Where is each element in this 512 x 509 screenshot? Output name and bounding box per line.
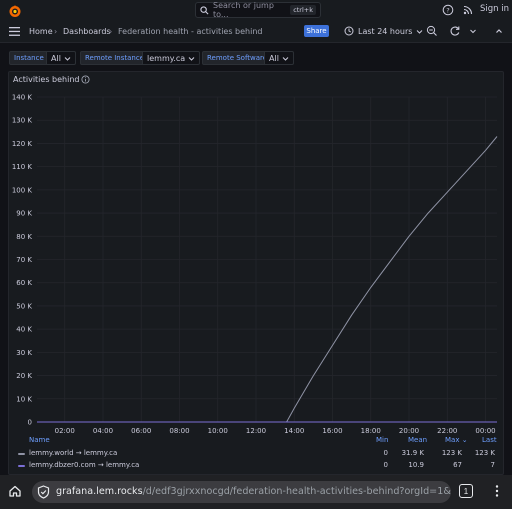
url-text: grafana.lem.rocks/d/edf3gjrxxnocgd/feder… [56,486,451,497]
variable-remote-instance-select[interactable]: lemmy.ca [142,51,201,65]
chevron-down-icon [417,29,423,34]
zoom-out-icon[interactable] [426,25,438,37]
legend-header-min[interactable]: Min [376,436,388,444]
refresh-icon[interactable] [449,25,461,37]
variable-remote-instance-label: Remote Instance [80,51,150,65]
menu-toggle-icon[interactable] [9,27,20,36]
legend-row[interactable]: lemmy.world → lemmy.ca 0 31.9 K 123 K 12… [0,448,512,460]
tab-switcher-button[interactable]: 1 [459,484,473,498]
legend-header-max-label: Max [445,436,460,444]
legend-row[interactable]: lemmy.dbzer0.com → lemmy.ca 0 10.9 67 7 [0,460,512,472]
legend-series-name: lemmy.world → lemmy.ca [29,449,118,457]
legend-mean-value: 10.9 [408,461,424,469]
legend-last-value: 123 K [474,449,495,457]
address-bar[interactable]: grafana.lem.rocks/d/edf3gjrxxnocgd/feder… [32,481,451,503]
chevron-down-icon [188,56,195,61]
home-icon[interactable] [8,484,22,498]
variable-remote-software-value: All [269,53,279,63]
info-icon[interactable] [81,75,90,84]
help-icon[interactable]: ? [442,4,454,16]
chevron-down-icon [282,56,289,61]
series-color-swatch [18,465,25,467]
search-icon [200,5,209,14]
variable-instance-value: All [51,53,61,63]
legend-min-value: 0 [383,449,388,457]
breadcrumb-home[interactable]: Home [29,27,53,36]
variable-remote-instance-value: lemmy.ca [147,53,186,63]
variable-remote-software-select[interactable]: All [264,51,294,65]
legend-header-max[interactable]: Max ⌄ [445,436,468,444]
legend-header-last[interactable]: Last [482,436,497,444]
legend-mean-value: 31.9 K [401,449,424,457]
breadcrumb-dashboards[interactable]: Dashboards [63,27,111,36]
panel-title[interactable]: Activities behind [13,75,79,84]
activities-behind-panel [8,71,504,475]
time-range-picker[interactable]: Last 24 hours [344,24,423,38]
grafana-logo-icon[interactable] [8,4,22,18]
legend-last-value: 7 [490,461,495,469]
clock-icon [344,26,354,36]
sort-descending-icon: ⌄ [461,436,468,444]
variable-remote-software-label: Remote Software [202,51,273,65]
collapse-chevron-up-icon[interactable] [493,25,505,37]
time-range-label: Last 24 hours [358,26,413,36]
chevron-down-icon [64,56,71,61]
site-security-icon[interactable] [37,485,50,499]
breadcrumb-separator-icon: › [54,27,58,36]
share-button[interactable]: Share [304,25,329,37]
legend-header-mean[interactable]: Mean [408,436,427,444]
variable-instance-select[interactable]: All [46,51,76,65]
variable-instance-label: Instance [9,51,49,65]
legend-header-name[interactable]: Name [29,436,50,444]
breadcrumb-current: Federation health - activities behind [118,27,263,36]
browser-menu-icon[interactable] [494,484,500,498]
sign-in-link[interactable]: Sign in [480,4,509,14]
rss-icon[interactable] [462,4,474,16]
svg-text:?: ? [446,6,449,14]
breadcrumb-separator-icon: › [109,27,113,36]
refresh-interval-chevron-down-icon[interactable] [467,25,479,37]
url-path: /d/edf3gjrxxnocgd/federation-health-acti… [142,486,451,497]
search-placeholder: Search or jump to... [213,1,274,19]
search-input[interactable]: Search or jump to... ctrl+k [195,1,321,19]
url-host: grafana.lem.rocks [56,486,143,497]
legend-min-value: 0 [383,461,388,469]
legend-series-name: lemmy.dbzer0.com → lemmy.ca [29,461,140,469]
series-color-swatch [18,453,25,455]
search-shortcut-badge: ctrl+k [290,5,316,15]
